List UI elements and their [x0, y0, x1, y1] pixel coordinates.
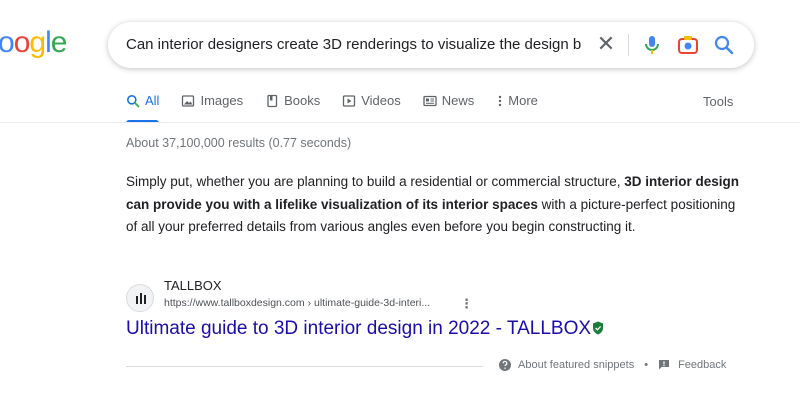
feedback-icon	[659, 360, 670, 370]
verified-shield-icon	[593, 321, 604, 335]
tab-label: News	[441, 93, 475, 108]
tab-label: Images	[200, 93, 244, 108]
tab-more[interactable]: More	[496, 93, 538, 123]
tab-books[interactable]: Books	[265, 93, 320, 123]
search-tabs: All Images Books Videos News More	[126, 93, 560, 123]
footer-separator: •	[644, 359, 649, 371]
tab-images[interactable]: Images	[181, 93, 243, 123]
more-vert-icon	[499, 95, 502, 107]
tab-label: Videos	[361, 93, 401, 108]
tab-label: Books	[284, 93, 321, 108]
search-divider	[628, 34, 629, 56]
mic-icon[interactable]	[640, 33, 664, 57]
tab-all[interactable]: All	[126, 93, 160, 123]
clear-icon[interactable]: ✕	[594, 33, 618, 57]
help-icon	[499, 359, 511, 371]
about-featured-snippets-link[interactable]: About featured snippets	[518, 359, 634, 371]
site-name: TALLBOX	[164, 278, 222, 293]
more-options-icon[interactable]: ⋮	[460, 296, 473, 312]
result-title-link[interactable]: Ultimate guide to 3D interior design in …	[126, 318, 604, 340]
search-box[interactable]: Can interior designers create 3D renderi…	[108, 22, 754, 68]
tabs-divider	[0, 122, 800, 123]
lens-icon[interactable]	[676, 33, 700, 57]
result-title: Ultimate guide to 3D interior design in …	[126, 318, 592, 339]
book-icon	[267, 94, 278, 108]
video-icon	[343, 95, 356, 107]
tab-news[interactable]: News	[423, 93, 475, 123]
search-input[interactable]: Can interior designers create 3D renderi…	[126, 36, 582, 53]
snippet-text: Simply put, whether you are planning to …	[126, 174, 625, 189]
feedback-link[interactable]: Feedback	[678, 359, 726, 371]
featured-snippet: Simply put, whether you are planning to …	[126, 171, 741, 239]
result-url: https://www.tallboxdesign.com › ultimate…	[164, 297, 431, 309]
news-icon	[423, 95, 437, 107]
tallbox-logo-icon	[136, 293, 146, 304]
tools-button[interactable]: Tools	[703, 94, 733, 109]
site-favicon	[126, 284, 154, 312]
tab-videos[interactable]: Videos	[342, 93, 401, 123]
snippet-divider	[126, 366, 483, 367]
search-icon[interactable]	[712, 33, 736, 57]
image-icon	[182, 95, 195, 107]
search-icon	[127, 95, 140, 108]
google-logo[interactable]: oogle	[0, 26, 67, 60]
tab-label: More	[508, 93, 538, 108]
snippet-footer: About featured snippets • Feedback	[498, 358, 726, 372]
result-stats: About 37,100,000 results (0.77 seconds)	[126, 136, 352, 150]
tab-label: All	[145, 93, 160, 108]
